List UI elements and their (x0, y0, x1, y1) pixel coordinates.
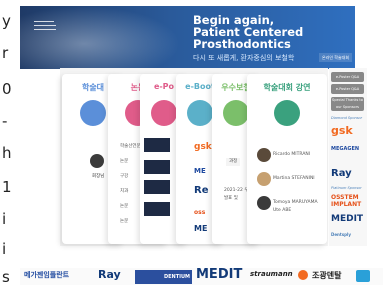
left-edge-char: i (2, 210, 7, 228)
bottom-logo-jokwang[interactable]: 조광덴탈 (312, 270, 341, 281)
bottom-logo-dentium[interactable]: DENTIUM (135, 270, 192, 284)
sponsor-megagen[interactable]: MEGAGEN (331, 146, 359, 152)
diamond-sponsor-label: Diamond Sponsor (331, 116, 363, 120)
prize-box: 과정 (226, 158, 241, 166)
sponsor-logo[interactable]: gsk (194, 143, 212, 152)
poster-thumb[interactable] (144, 160, 170, 174)
avatar (257, 196, 271, 210)
avatar (90, 154, 104, 168)
special-thanks-button[interactable]: Special Thanks to our Sponsors (331, 97, 364, 111)
prize-text: 발표 및 (224, 196, 238, 201)
speaker-name[interactable]: Martina STEFANINI (273, 176, 315, 182)
banner-title: Begin again, Patient Centered Prosthodon… (193, 13, 304, 51)
list-item[interactable]: 논문 (120, 219, 128, 225)
eposter-qa-button[interactable]: e-Poster Q&A (331, 72, 364, 82)
list-item[interactable]: 치과 (120, 189, 128, 195)
sponsor-dentsply[interactable]: Dentsply (331, 232, 351, 237)
left-edge-char: 1 (2, 178, 12, 196)
conference-icon (80, 100, 106, 126)
speaker-name[interactable]: Tomoya MARUYAMA (273, 200, 318, 206)
avatar (257, 148, 271, 162)
avatar (257, 172, 271, 186)
poster-thumb[interactable] (144, 180, 170, 194)
bottom-logo-megagen[interactable]: 메가젠임플란트 (24, 270, 69, 280)
left-edge-char: 0 (2, 80, 12, 98)
banner-subtitle: 다시 또 새롭게, 환자중심의 보철학 (193, 54, 295, 62)
eposter-icon (151, 100, 177, 126)
list-item[interactable]: 구강 (120, 174, 128, 180)
speaker-name[interactable]: Ricardo MITRANI (273, 152, 310, 158)
left-edge-char: r (2, 44, 9, 62)
list-item[interactable]: 논문 (120, 159, 128, 165)
lecture-icon (274, 100, 300, 126)
banner-dates (34, 20, 56, 33)
left-edge-char: h (2, 144, 12, 162)
banner-corner-label: 온라인 학술대회 (318, 53, 352, 62)
sponsor-logo[interactable]: ME (194, 225, 207, 233)
sponsor-logo[interactable]: Re (194, 186, 208, 196)
ebooth-icon (187, 100, 213, 126)
sponsor-medit[interactable]: MEDIT (331, 214, 363, 224)
left-edge-char: i (2, 240, 7, 258)
poster-thumb[interactable] (144, 202, 170, 216)
speaker-name[interactable]: Ute ABE (273, 208, 291, 214)
sponsor-ray[interactable]: Ray (331, 168, 352, 179)
bottom-logo-ray[interactable]: Ray (98, 268, 121, 281)
banner-glow (20, 6, 180, 69)
list-item[interactable]: 학술선언문 (120, 144, 141, 150)
left-edge-char: s (2, 268, 10, 286)
platinum-sponsor-label: Platinum Sponsor (331, 186, 362, 190)
sponsor-logo[interactable]: oss (194, 210, 205, 216)
jokwang-logo-icon (298, 270, 308, 280)
sponsor-osstem[interactable]: OSSTEM IMPLANT (331, 194, 383, 208)
eposter-qa-button-2[interactable]: e-Poster Q&A (331, 84, 364, 94)
poster-thumb[interactable] (144, 138, 170, 152)
card-heading: 학술대회 강연 (263, 83, 311, 92)
left-edge-char: - (2, 112, 8, 130)
card-lectures[interactable]: 학술대회 강연 Ricardo MITRANI Martina STEFANIN… (247, 74, 327, 244)
sponsor-logo[interactable]: ME (194, 168, 206, 175)
hero-banner: Begin again, Patient Centered Prosthodon… (20, 6, 355, 69)
bottom-logo-straumann[interactable]: straumann (250, 270, 293, 278)
sponsor-gsk[interactable]: gsk (331, 124, 353, 137)
bottom-logo-medit[interactable]: MEDIT (196, 267, 242, 282)
left-edge-char: y (2, 12, 11, 30)
card-text: 회장님 (92, 174, 105, 179)
list-item[interactable]: 논문 (120, 204, 128, 210)
extra-sponsor-icon (356, 270, 370, 282)
award-icon (223, 100, 249, 126)
